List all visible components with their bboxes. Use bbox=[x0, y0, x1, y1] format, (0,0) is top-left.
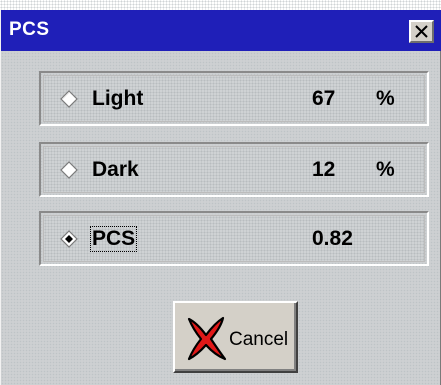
option-panel-light: Light 67 % bbox=[39, 71, 429, 126]
option-panel-inner: Light 67 % bbox=[43, 75, 425, 122]
background-strip bbox=[0, 0, 441, 10]
close-icon bbox=[415, 25, 428, 38]
option-unit-light: % bbox=[376, 86, 395, 110]
option-label-dark[interactable]: Dark bbox=[92, 158, 139, 182]
option-value-dark: 12 bbox=[312, 157, 336, 181]
option-label-light[interactable]: Light bbox=[92, 87, 143, 111]
option-value-light: 67 bbox=[312, 86, 336, 110]
cancel-button-label: Cancel bbox=[229, 329, 289, 350]
title-bar[interactable]: PCS bbox=[1, 10, 441, 51]
red-x-icon bbox=[187, 316, 227, 361]
option-value-pcs: 0.82 bbox=[312, 226, 353, 250]
radio-diamond-icon[interactable] bbox=[60, 89, 78, 108]
close-button[interactable] bbox=[409, 20, 434, 43]
option-unit-dark: % bbox=[376, 157, 395, 181]
window-title: PCS bbox=[9, 19, 50, 40]
option-label-pcs[interactable]: PCS bbox=[90, 225, 138, 252]
option-panel-dark: Dark 12 % bbox=[39, 142, 429, 197]
option-panel-inner: Dark 12 % bbox=[43, 146, 425, 193]
cancel-button[interactable]: Cancel bbox=[173, 301, 298, 373]
option-panel-inner: PCS 0.82 bbox=[43, 215, 425, 262]
radio-diamond-selected-icon[interactable] bbox=[60, 229, 78, 248]
option-panel-pcs: PCS 0.82 bbox=[39, 211, 429, 266]
radio-diamond-icon[interactable] bbox=[60, 160, 78, 179]
pcs-dialog: PCS Light 67 % Dark 12 % PCS 0.82 Cancel bbox=[0, 10, 441, 385]
